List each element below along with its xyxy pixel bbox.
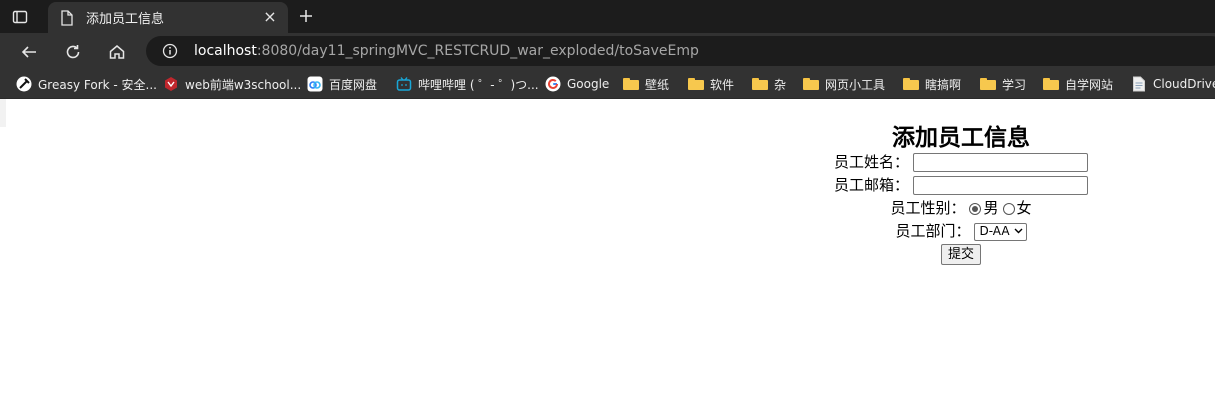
- greasyfork-icon: [16, 76, 32, 92]
- bookmark-label: 杂: [774, 77, 787, 92]
- gender-row: 员工性别： 男 女: [707, 197, 1215, 220]
- folder-icon: [903, 76, 919, 92]
- submit-row: 提交: [707, 243, 1215, 266]
- page-title: 添加员工信息: [892, 125, 1030, 151]
- gender-female-label: 女: [1016, 199, 1032, 217]
- folder-icon: [803, 76, 819, 92]
- bookmark-label: Greasy Fork - 安全...: [38, 77, 157, 92]
- document-icon: [60, 9, 76, 26]
- bookmark-label: CloudDrive: [1153, 77, 1215, 91]
- refresh-icon[interactable]: [62, 41, 84, 63]
- w3school-icon: [163, 76, 179, 92]
- gender-male-radio[interactable]: [969, 202, 982, 215]
- email-row: 员工邮箱：: [707, 174, 1215, 197]
- address-bar[interactable]: localhost:8080/day11_springMVC_RESTCRUD_…: [146, 36, 1215, 66]
- tab-title: 添加员工信息: [86, 12, 165, 27]
- email-label: 员工邮箱：: [833, 176, 909, 194]
- browser-tab-active[interactable]: 添加员工信息 ×: [48, 2, 288, 33]
- bookmark-bilibili[interactable]: 哔哩哔哩 ( ゜- ゜)つ...: [396, 76, 539, 92]
- chevron-down-icon: [1014, 220, 1023, 243]
- tab-actions-icon[interactable]: [10, 7, 30, 27]
- page-content: 添加员工信息 员工姓名： 员工邮箱： 员工性别： 男 女 员工部门： D-AA: [0, 99, 1215, 405]
- baidu-pan-icon: [307, 76, 323, 92]
- page-icon: [1131, 76, 1147, 92]
- bookmark-folder[interactable]: 自学网站: [1043, 76, 1113, 92]
- folder-icon: [623, 76, 639, 92]
- bookmark-folder[interactable]: 壁纸: [623, 76, 669, 92]
- bookmark-greasyfork[interactable]: Greasy Fork - 安全...: [16, 76, 157, 92]
- home-icon[interactable]: [106, 41, 128, 63]
- google-icon: [545, 76, 561, 92]
- folder-icon: [688, 76, 704, 92]
- name-row: 员工姓名：: [707, 151, 1215, 174]
- folder-icon: [980, 76, 996, 92]
- bookmark-label: Google: [567, 77, 610, 91]
- bookmark-clouddrive[interactable]: CloudDrive: [1131, 76, 1215, 92]
- bookmark-folder[interactable]: 网页小工具: [803, 76, 885, 92]
- bookmark-label: 哔哩哔哩 ( ゜- ゜)つ...: [418, 77, 539, 92]
- bilibili-icon: [396, 76, 412, 92]
- gender-male-label: 男: [983, 199, 999, 217]
- submit-button[interactable]: 提交: [940, 244, 981, 265]
- bookmark-label: web前端w3school...: [185, 77, 302, 92]
- department-selected-value: D-AA: [979, 224, 1010, 238]
- url-host: localhost: [194, 43, 257, 59]
- bookmark-label: 百度网盘: [329, 77, 378, 92]
- folder-icon: [752, 76, 768, 92]
- back-arrow-icon[interactable]: [18, 41, 40, 63]
- folder-icon: [1043, 76, 1059, 92]
- department-select[interactable]: D-AA: [974, 220, 1027, 243]
- name-label: 员工姓名：: [833, 153, 909, 171]
- page-edge: [0, 99, 6, 127]
- url-text[interactable]: localhost:8080/day11_springMVC_RESTCRUD_…: [194, 43, 699, 59]
- url-path: :8080/day11_springMVC_RESTCRUD_war_explo…: [256, 43, 699, 59]
- bookmark-label: 软件: [710, 77, 735, 92]
- bookmark-label: 瞎搞啊: [925, 77, 962, 92]
- employee-name-input[interactable]: [913, 153, 1088, 172]
- bookmark-label: 壁纸: [645, 77, 670, 92]
- browser-toolbar: localhost:8080/day11_springMVC_RESTCRUD_…: [0, 33, 1215, 70]
- bookmark-folder[interactable]: 软件: [688, 76, 734, 92]
- bookmarks-bar: Greasy Fork - 安全... web前端w3school... 百度网…: [0, 70, 1215, 99]
- bookmark-folder[interactable]: 学习: [980, 76, 1026, 92]
- department-row: 员工部门： D-AA: [707, 220, 1215, 243]
- bookmark-label: 自学网站: [1065, 77, 1114, 92]
- gender-label: 员工性别：: [890, 199, 966, 217]
- bookmark-folder[interactable]: 杂: [752, 76, 786, 92]
- browser-tab-strip: 添加员工信息 ×: [0, 0, 1215, 33]
- new-tab-button[interactable]: [296, 6, 316, 26]
- bookmark-w3school[interactable]: web前端w3school...: [163, 76, 301, 92]
- gender-female-radio[interactable]: [1002, 202, 1015, 215]
- department-label: 员工部门：: [895, 222, 971, 240]
- employee-email-input[interactable]: [913, 176, 1088, 195]
- bookmark-google[interactable]: Google: [545, 76, 609, 92]
- bookmark-label: 学习: [1002, 77, 1027, 92]
- bookmark-baidu-pan[interactable]: 百度网盘: [307, 76, 377, 92]
- add-employee-form: 添加员工信息 员工姓名： 员工邮箱： 员工性别： 男 女 员工部门： D-AA: [707, 99, 1215, 266]
- bookmark-folder[interactable]: 瞎搞啊: [903, 76, 961, 92]
- bookmark-label: 网页小工具: [825, 77, 886, 92]
- close-tab-icon[interactable]: ×: [262, 9, 278, 25]
- site-info-icon[interactable]: [162, 43, 178, 59]
